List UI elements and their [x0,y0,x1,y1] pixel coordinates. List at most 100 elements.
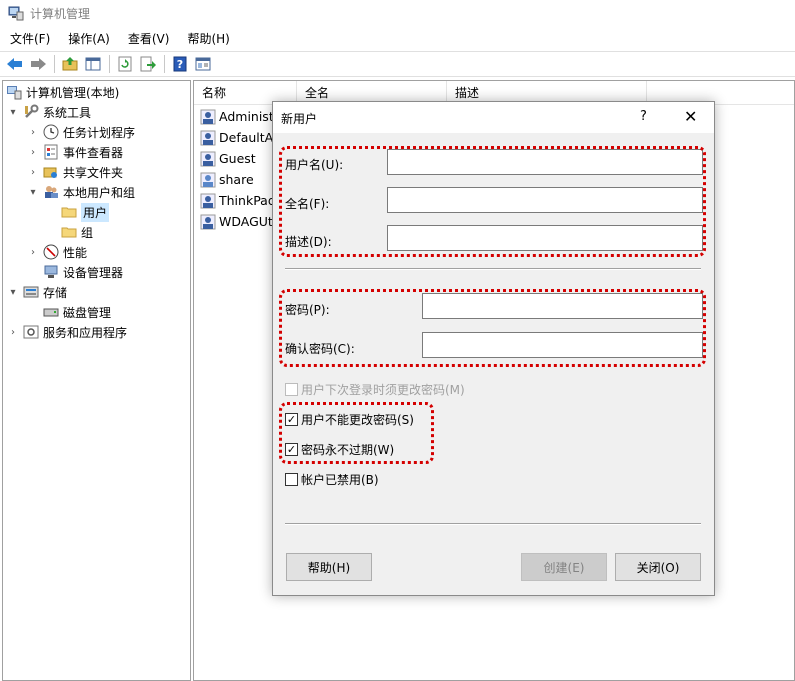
user-name: WDAGUti [219,214,277,229]
divider [285,523,701,525]
tree-item-root[interactable]: 计算机管理(本地) [6,82,119,102]
back-button[interactable] [4,53,26,75]
description-field[interactable] [387,225,703,251]
properties-button[interactable] [192,53,214,75]
toolbar-separator [109,55,110,73]
help-toolbar-button[interactable]: ? [169,53,191,75]
tree-label: 组 [81,225,94,240]
tree-item-device-manager[interactable]: 设备管理器 [43,262,123,282]
tree-item-groups[interactable]: 组 [61,222,93,242]
tree-label: 性能 [63,245,88,260]
performance-icon [43,244,59,260]
list-item[interactable]: WDAGUti [200,211,276,232]
tree-label: 本地用户和组 [63,185,136,200]
checkbox-box[interactable]: ✓ [285,412,298,426]
user-name: ThinkPad [219,193,276,208]
menubar: 文件(F) 操作(A) 查看(V) 帮助(H) [0,28,238,48]
folder-icon [61,227,77,238]
help-icon[interactable]: ? [640,109,647,124]
tree-item-shared-folders[interactable]: › 共享文件夹 [27,162,123,182]
menu-view[interactable]: 查看(V) [118,30,178,47]
password-never-expires-checkbox[interactable]: ✓ 密码永不过期(W) [285,440,394,458]
user-icon [200,214,216,229]
tree-label: 服务和应用程序 [43,325,128,340]
username-field[interactable] [387,149,703,175]
tree-item-event-viewer[interactable]: › 事件查看器 [27,142,123,162]
user-icon [200,193,216,208]
chevron-right-icon[interactable]: › [7,327,19,338]
up-folder-button[interactable] [59,53,81,75]
tree-item-local-users-groups[interactable]: ▾ 本地用户和组 [27,182,135,202]
create-button[interactable]: 创建(E) [521,553,607,581]
storage-icon [23,286,39,298]
tree-label: 存储 [43,285,68,300]
chevron-right-icon[interactable]: › [27,167,39,178]
tree-item-performance[interactable]: › 性能 [27,242,87,262]
dialog-title: 新用户 [281,112,318,126]
tree-item-users[interactable]: 用户 [61,202,110,222]
svg-text:?: ? [177,58,183,71]
toolbar-separator [54,55,55,73]
fullname-label: 全名(F): [285,197,330,211]
confirm-password-field[interactable] [422,332,703,358]
help-button[interactable]: 帮助(H) [286,553,372,581]
properties-icon [195,57,211,71]
chevron-right-icon[interactable]: › [27,127,39,138]
chevron-right-icon[interactable]: › [27,247,39,258]
list-item[interactable]: share [200,169,254,190]
checkbox-box[interactable] [285,472,298,486]
tree-item-services-apps[interactable]: › 服务和应用程序 [7,322,127,342]
tree-item-task-scheduler[interactable]: › 任务计划程序 [27,122,135,142]
user-name: DefaultAc [219,130,280,145]
chevron-down-icon[interactable]: ▾ [7,107,19,118]
show-hide-tree-button[interactable] [82,53,104,75]
fullname-field[interactable] [387,187,703,213]
chevron-down-icon[interactable]: ▾ [27,187,39,198]
back-icon [7,58,22,70]
tree-label: 事件查看器 [63,145,124,160]
forward-icon [31,58,46,70]
confirm-password-label: 确认密码(C): [285,342,355,356]
forward-button[interactable] [27,53,49,75]
folder-icon [61,207,77,218]
close-button[interactable]: 关闭(O) [615,553,701,581]
show-hide-tree-icon [85,57,101,71]
menu-file[interactable]: 文件(F) [0,30,58,47]
chevron-right-icon[interactable]: › [27,147,39,158]
must-change-password-checkbox[interactable]: 用户下次登录时须更改密码(M) [285,380,465,398]
toolbar-separator [164,55,165,73]
checkbox-label: 用户下次登录时须更改密码(M) [301,382,465,397]
account-disabled-checkbox[interactable]: 帐户已禁用(B) [285,470,379,488]
refresh-button[interactable] [114,53,136,75]
password-field[interactable] [422,293,703,319]
tree-label: 设备管理器 [63,265,124,280]
list-item[interactable]: ThinkPad [200,190,276,211]
chevron-down-icon[interactable]: ▾ [7,287,19,298]
menu-help[interactable]: 帮助(H) [177,30,237,47]
disk-icon [43,308,59,317]
user-name: Guest [219,151,256,166]
checkbox-label: 用户不能更改密码(S) [301,412,414,427]
close-icon[interactable]: ✕ [684,107,697,126]
tree-label: 共享文件夹 [63,165,124,180]
user-icon [200,172,216,187]
new-user-dialog: 新用户 ? ✕ 用户名(U): 全名(F): 描述(D): 密码(P): 确认密… [272,101,715,596]
checkbox-box[interactable]: ✓ [285,442,298,456]
dialog-titlebar: 新用户 ? ✕ [273,102,714,133]
device-manager-icon [44,265,58,278]
tree-item-disk-management[interactable]: 磁盘管理 [43,302,111,322]
checkbox-box[interactable] [285,382,298,396]
username-label: 用户名(U): [285,158,344,172]
tools-icon [25,104,39,118]
tree-item-storage[interactable]: ▾ 存储 [7,282,67,302]
list-item[interactable]: DefaultAc [200,127,280,148]
list-item[interactable]: Guest [200,148,256,169]
export-icon [140,56,156,72]
export-button[interactable] [137,53,159,75]
list-item[interactable]: Administr [200,106,279,127]
user-icon [200,151,216,166]
divider [285,268,701,270]
cannot-change-password-checkbox[interactable]: ✓ 用户不能更改密码(S) [285,410,414,428]
tree-item-system-tools[interactable]: ▾ 系统工具 [7,102,91,122]
menu-action[interactable]: 操作(A) [58,30,118,47]
